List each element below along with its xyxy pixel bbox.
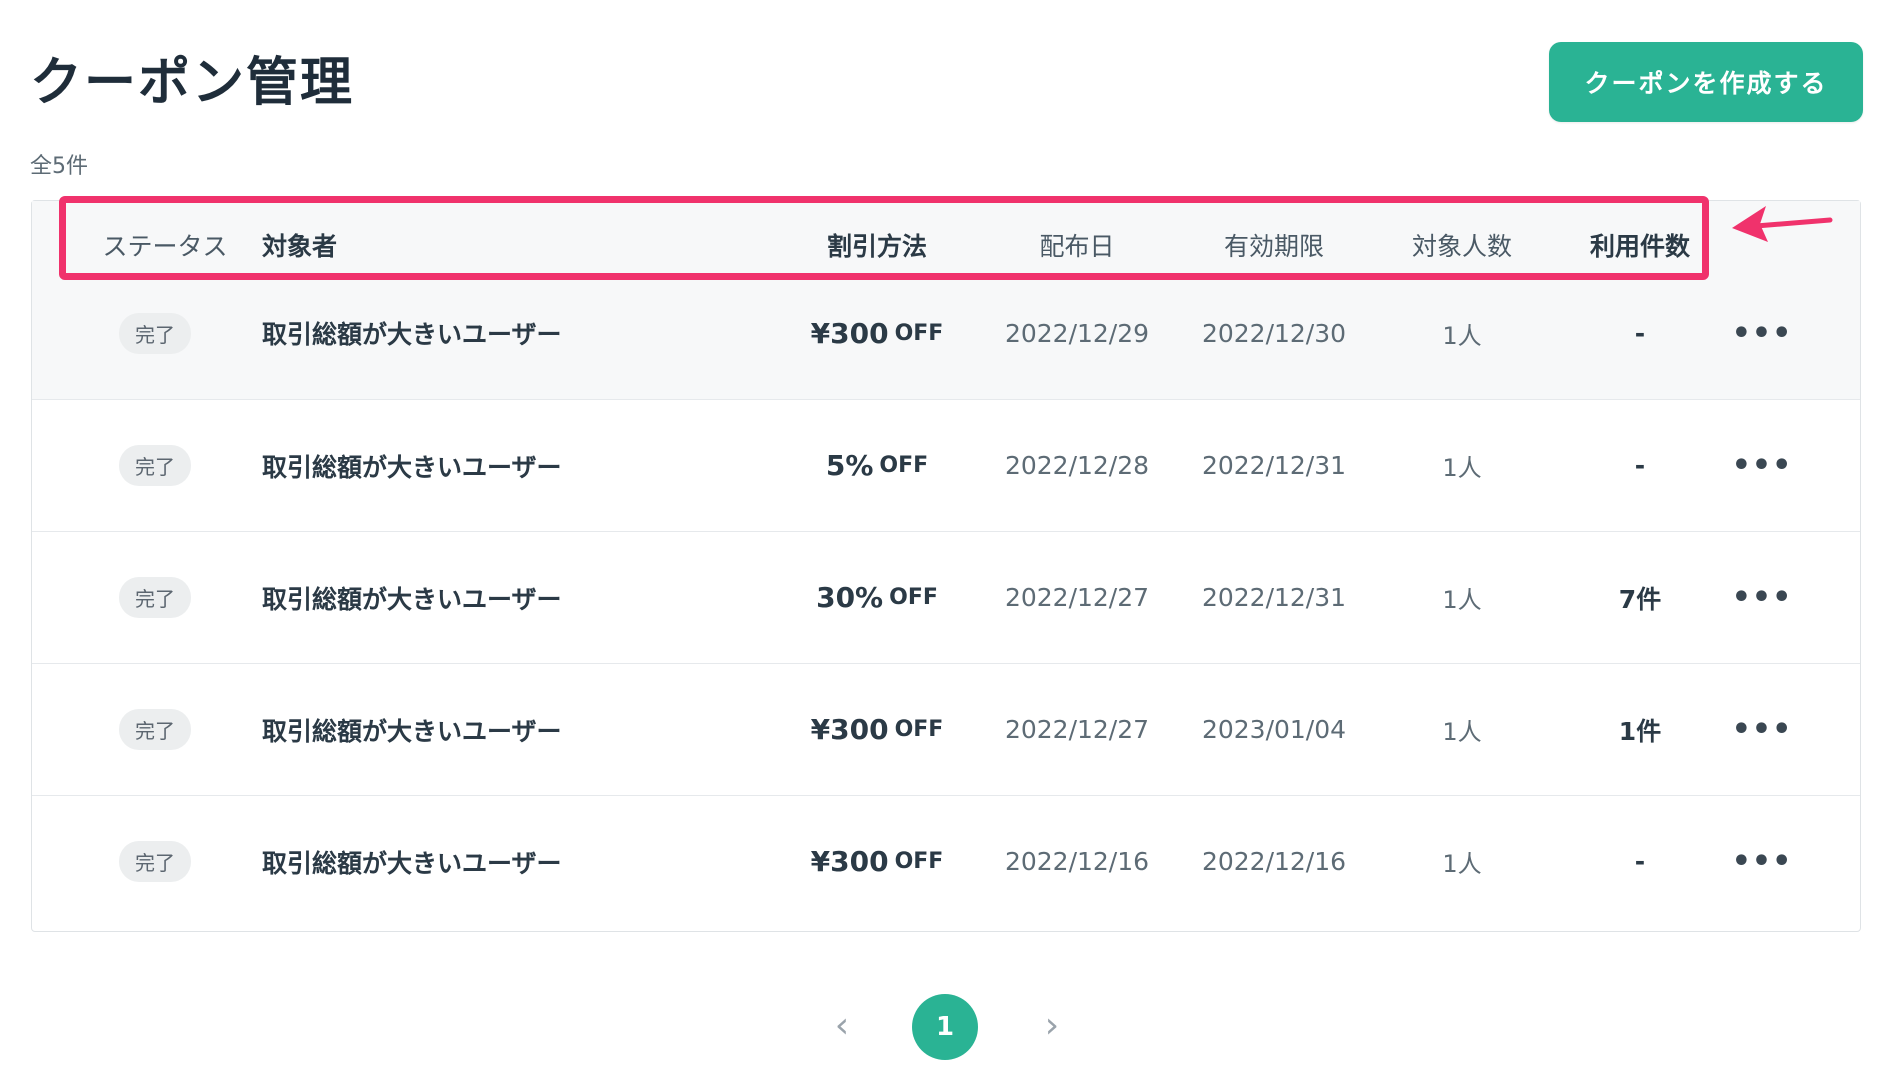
create-coupon-button[interactable]: クーポンを作成する bbox=[1549, 42, 1863, 122]
people-cell: 1人 bbox=[1362, 664, 1562, 795]
people-cell: 1人 bbox=[1362, 796, 1562, 927]
page-button-current[interactable]: 1 bbox=[912, 994, 978, 1060]
distribution-date-cell: 2022/12/27 bbox=[977, 532, 1177, 663]
more-cell: ••• bbox=[1712, 796, 1812, 927]
people-count: 1人 bbox=[1442, 718, 1482, 746]
expiry-date: 2022/12/30 bbox=[1201, 318, 1347, 348]
expiry-cell: 2022/12/30 bbox=[1174, 267, 1374, 399]
expiry-date: 2022/12/31 bbox=[1201, 451, 1347, 480]
discount-suffix: OFF bbox=[879, 453, 929, 478]
status-cell: 完了 bbox=[32, 267, 278, 399]
page-title: クーポン管理 bbox=[30, 53, 355, 113]
status-cell: 完了 bbox=[32, 532, 278, 663]
discount-value: ¥300 bbox=[810, 845, 889, 878]
expiry-cell: 2022/12/16 bbox=[1174, 796, 1374, 927]
people-cell: 1人 bbox=[1362, 267, 1562, 399]
status-badge: 完了 bbox=[119, 709, 191, 750]
status-cell: 完了 bbox=[32, 400, 278, 531]
distribution-date-cell: 2022/12/28 bbox=[977, 400, 1177, 531]
status-badge: 完了 bbox=[119, 841, 191, 882]
discount-cell: ¥300 OFF bbox=[737, 267, 1017, 399]
target-text: 取引総額が大きいユーザー bbox=[262, 584, 562, 614]
people-cell: 1人 bbox=[1362, 532, 1562, 663]
more-cell: ••• bbox=[1712, 532, 1812, 663]
more-options-icon[interactable]: ••• bbox=[1732, 844, 1793, 879]
discount-suffix: OFF bbox=[894, 849, 944, 874]
discount-suffix: OFF bbox=[889, 585, 938, 610]
expiry-cell: 2023/01/04 bbox=[1174, 664, 1374, 795]
distribution-date: 2022/12/27 bbox=[1004, 715, 1150, 744]
chevron-right-icon[interactable]: › bbox=[1032, 1006, 1072, 1046]
expiry-cell: 2022/12/31 bbox=[1174, 532, 1374, 663]
pagination: ‹ 1 › bbox=[0, 994, 1894, 1062]
target-text: 取引総額が大きいユーザー bbox=[262, 716, 562, 746]
target-cell: 取引総額が大きいユーザー bbox=[262, 532, 662, 663]
usage-count: - bbox=[1634, 318, 1646, 348]
table-row[interactable]: 完了 取引総額が大きいユーザー ¥300 OFF 2022/12/27 2023/01/0… bbox=[32, 663, 1860, 795]
status-cell: 完了 bbox=[32, 664, 278, 795]
more-options-icon[interactable]: ••• bbox=[1732, 580, 1793, 615]
usage-count: 7件 bbox=[1618, 584, 1662, 614]
discount-cell: ¥300 OFF bbox=[737, 664, 1017, 795]
people-count: 1人 bbox=[1442, 321, 1482, 350]
status-badge: 完了 bbox=[119, 445, 191, 486]
status-badge: 完了 bbox=[119, 577, 191, 618]
usage-cell: 1件 bbox=[1550, 664, 1730, 795]
status-cell: 完了 bbox=[32, 796, 278, 927]
distribution-date: 2022/12/27 bbox=[1004, 583, 1150, 612]
distribution-date-cell: 2022/12/16 bbox=[977, 796, 1177, 927]
usage-cell: - bbox=[1550, 267, 1730, 399]
status-badge: 完了 bbox=[119, 312, 191, 354]
expiry-date: 2022/12/16 bbox=[1201, 847, 1347, 876]
table-row[interactable]: 完了 取引総額が大きいユーザー 5% OFF 2022/12/28 2022/12/31 1… bbox=[32, 399, 1860, 531]
discount-suffix: OFF bbox=[894, 320, 944, 346]
distribution-date: 2022/12/16 bbox=[1004, 847, 1150, 876]
usage-cell: - bbox=[1550, 796, 1730, 927]
coupon-table: ステータス 対象者 割引方法 配布日 有効期限 対象人数 利用件数 完了 取引総額… bbox=[31, 200, 1861, 932]
expiry-cell: 2022/12/31 bbox=[1174, 400, 1374, 531]
table-row[interactable]: 完了 取引総額が大きいユーザー ¥300 OFF 2022/12/16 2022/12/1… bbox=[32, 795, 1860, 927]
people-count: 1人 bbox=[1442, 850, 1482, 878]
target-text: 取引総額が大きいユーザー bbox=[262, 452, 562, 482]
distribution-date: 2022/12/28 bbox=[1004, 451, 1150, 480]
more-cell: ••• bbox=[1712, 400, 1812, 531]
discount-value: 30% bbox=[816, 581, 884, 614]
annotation-arrow-icon bbox=[1732, 206, 1833, 242]
discount-cell: 30% OFF bbox=[737, 532, 1017, 663]
table-row[interactable]: 完了 取引総額が大きいユーザー ¥300 OFF 2022/12/29 2022/12/3… bbox=[32, 267, 1860, 399]
more-options-icon[interactable]: ••• bbox=[1732, 712, 1793, 747]
usage-cell: 7件 bbox=[1550, 532, 1730, 663]
distribution-date-cell: 2022/12/29 bbox=[977, 267, 1177, 399]
usage-count: - bbox=[1634, 451, 1646, 480]
target-cell: 取引総額が大きいユーザー bbox=[262, 664, 662, 795]
people-count: 1人 bbox=[1442, 586, 1482, 614]
usage-cell: - bbox=[1550, 400, 1730, 531]
total-count: 全5件 bbox=[30, 154, 88, 179]
discount-value: ¥300 bbox=[810, 713, 889, 746]
usage-count: - bbox=[1634, 847, 1646, 876]
expiry-date: 2022/12/31 bbox=[1201, 583, 1347, 612]
usage-count: 1件 bbox=[1618, 716, 1662, 746]
more-cell: ••• bbox=[1712, 267, 1812, 399]
target-cell: 取引総額が大きいユーザー bbox=[262, 796, 662, 927]
discount-suffix: OFF bbox=[894, 717, 944, 742]
target-text: 取引総額が大きいユーザー bbox=[262, 320, 562, 349]
target-cell: 取引総額が大きいユーザー bbox=[262, 400, 662, 531]
people-cell: 1人 bbox=[1362, 400, 1562, 531]
more-cell: ••• bbox=[1712, 664, 1812, 795]
distribution-date: 2022/12/29 bbox=[1004, 318, 1150, 348]
people-count: 1人 bbox=[1442, 454, 1482, 482]
discount-value: ¥300 bbox=[810, 316, 889, 350]
discount-cell: ¥300 OFF bbox=[737, 796, 1017, 927]
discount-cell: 5% OFF bbox=[737, 400, 1017, 531]
target-cell: 取引総額が大きいユーザー bbox=[262, 267, 662, 399]
distribution-date-cell: 2022/12/27 bbox=[977, 664, 1177, 795]
more-options-icon[interactable]: ••• bbox=[1732, 448, 1793, 483]
table-row[interactable]: 完了 取引総額が大きいユーザー 30% OFF 2022/12/27 2022/12/31… bbox=[32, 531, 1860, 663]
discount-value: 5% bbox=[825, 449, 874, 482]
target-text: 取引総額が大きいユーザー bbox=[262, 848, 562, 878]
expiry-date: 2023/01/04 bbox=[1201, 715, 1347, 744]
chevron-left-icon[interactable]: ‹ bbox=[822, 1006, 862, 1046]
more-options-icon[interactable]: ••• bbox=[1732, 316, 1793, 351]
